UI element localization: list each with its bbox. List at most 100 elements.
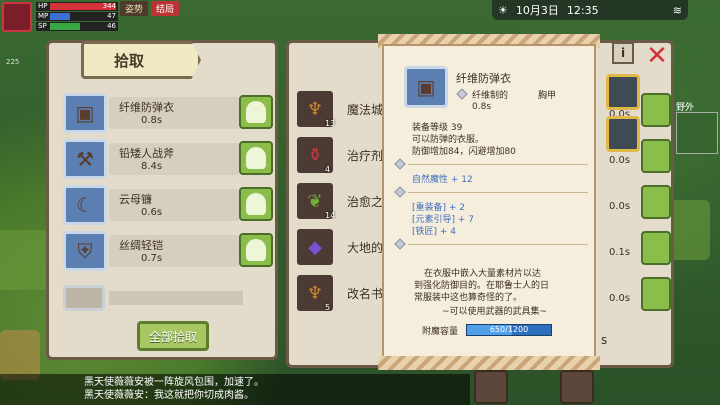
pickup-button[interactable] bbox=[239, 233, 273, 267]
use-button[interactable] bbox=[641, 93, 671, 127]
hand-icon bbox=[246, 147, 266, 169]
item-name: 改名书 bbox=[347, 287, 384, 301]
section-diamond-icon bbox=[394, 186, 406, 198]
list-item[interactable]: ☾ 云母镰 0.6s bbox=[63, 185, 275, 225]
pickup-panel: 拾取 ▣ 纤维防弹衣 0.8s ⚒ 铅矮人战斧 8.4s ☾ 云母镰 0.6s … bbox=[46, 40, 278, 360]
item-time: 8.4s bbox=[141, 161, 163, 172]
list-item[interactable]: ⛨ 丝绸轻铠 0.7s bbox=[63, 231, 275, 271]
section-diamond-icon bbox=[394, 158, 406, 170]
item-count: 14 bbox=[325, 211, 336, 220]
use-button[interactable] bbox=[641, 139, 671, 173]
armor-vest-icon: ▣ bbox=[63, 93, 107, 133]
tooltip-weight: 0.8s bbox=[472, 102, 492, 112]
minimap[interactable] bbox=[676, 112, 718, 154]
item-count: 5 bbox=[325, 303, 331, 312]
mp-value: 47 bbox=[107, 12, 116, 20]
info-button[interactable]: i bbox=[612, 42, 634, 64]
item-name: 魔法城 bbox=[347, 103, 384, 117]
close-button[interactable]: ✕ bbox=[644, 43, 670, 70]
axe-icon: ⚒ bbox=[63, 139, 107, 179]
pickup-title: 拾取 bbox=[81, 41, 201, 79]
tooltip-bottom-edge bbox=[378, 356, 600, 370]
tooltip-lore: ~可以使用武器的武具集~ bbox=[442, 307, 548, 317]
divider bbox=[408, 244, 588, 245]
equipment-slot[interactable] bbox=[606, 116, 640, 152]
level-badge: 225 bbox=[6, 58, 20, 66]
item-name: 治疗剂 bbox=[347, 149, 384, 163]
tooltip-slot: 胸甲 bbox=[538, 91, 557, 101]
item-count: 13 bbox=[325, 119, 336, 128]
mp-label: MP bbox=[38, 12, 49, 20]
material-diamond-icon bbox=[456, 88, 468, 100]
sickle-icon: ☾ bbox=[63, 185, 107, 225]
pickup-button[interactable] bbox=[239, 141, 273, 175]
item-name: 丝绸轻铠 bbox=[119, 239, 163, 252]
item-tooltip: ▣ 纤维防弹衣 纤维制的 胸甲 0.8s 装备等级 39 可以防弹的衣服。 防御… bbox=[382, 44, 596, 366]
item-time: 0.0s bbox=[609, 155, 631, 166]
wifi-icon: ≋ bbox=[672, 3, 682, 17]
hand-icon bbox=[246, 193, 266, 215]
list-item[interactable]: ▣ 纤维防弹衣 0.8s bbox=[63, 93, 275, 133]
hp-bar: HP 344 bbox=[36, 2, 118, 11]
empty-slot bbox=[63, 285, 105, 311]
item-name: 治愈之 bbox=[347, 195, 384, 209]
tooltip-lore: 常服装中这也算奇怪的了。 bbox=[414, 293, 523, 303]
divider bbox=[408, 164, 588, 165]
item-time: 0.8s bbox=[141, 115, 163, 126]
tab-ending[interactable]: 结局 bbox=[151, 1, 180, 16]
empty-name-bar bbox=[109, 291, 243, 305]
hand-icon bbox=[246, 239, 266, 261]
sp-fill bbox=[50, 23, 80, 30]
bag-button[interactable] bbox=[474, 370, 508, 404]
tooltip-material: 纤维制的 bbox=[472, 91, 509, 101]
mp-fill bbox=[50, 13, 70, 20]
item-name: 大地的 bbox=[347, 241, 384, 255]
sp-value: 46 bbox=[107, 22, 116, 30]
divider bbox=[408, 192, 588, 193]
partial-text: s bbox=[601, 333, 608, 347]
skill-button[interactable] bbox=[560, 370, 594, 404]
hp-value: 344 bbox=[102, 2, 116, 10]
date-text: 10月3日 bbox=[515, 4, 559, 17]
grass-tile bbox=[0, 230, 50, 290]
hand-icon bbox=[246, 101, 266, 123]
item-time: 0.0s bbox=[609, 293, 631, 304]
weather-sun-icon: ☀ bbox=[498, 3, 508, 17]
tooltip-skill-bonus: [铁匠] + 4 bbox=[412, 227, 457, 237]
pick-all-button[interactable]: 全部拾取 bbox=[137, 321, 209, 351]
tooltip-item-name: 纤维防弹衣 bbox=[456, 72, 511, 85]
date-time-bar: ☀ 10月3日 12:35 ≋ bbox=[492, 0, 688, 20]
chat-line: 黑天使薇薇安被一阵旋风包围，加速了。 bbox=[84, 377, 264, 388]
enchant-capacity-bar: 650/1200 bbox=[466, 324, 552, 336]
chat-log: 黑天使薇薇安被一阵旋风包围，加速了。 黑天使薇薇安：我这就把你切成肉酱。 bbox=[0, 374, 470, 405]
item-time: 0.0s bbox=[609, 201, 631, 212]
chat-line: 黑天使薇薇安：我这就把你切成肉酱。 bbox=[84, 390, 254, 401]
sp-label: SP bbox=[38, 22, 47, 30]
crystal-icon: ◆ bbox=[297, 229, 333, 265]
enchant-capacity-label: 附魔容量 bbox=[422, 327, 459, 337]
use-button[interactable] bbox=[641, 231, 671, 265]
tree-stump bbox=[0, 330, 40, 380]
item-name: 纤维防弹衣 bbox=[119, 101, 174, 114]
player-status-hud: HP 344 MP 47 SP 46 bbox=[0, 0, 130, 36]
tooltip-stats: 防御增加84，闪避增加80 bbox=[412, 147, 516, 157]
hp-label: HP bbox=[38, 2, 48, 10]
pickup-button[interactable] bbox=[239, 187, 273, 221]
use-button[interactable] bbox=[641, 277, 671, 311]
section-diamond-icon bbox=[394, 238, 406, 250]
pickup-button[interactable] bbox=[239, 95, 273, 129]
list-item[interactable]: ⚒ 铅矮人战斧 8.4s bbox=[63, 139, 275, 179]
item-name: 云母镰 bbox=[119, 193, 152, 206]
avatar[interactable] bbox=[2, 2, 32, 32]
item-time: 0.6s bbox=[141, 207, 163, 218]
item-name: 铅矮人战斧 bbox=[119, 147, 174, 160]
item-time: 0.7s bbox=[141, 253, 163, 264]
enchant-capacity-value: 650/1200 bbox=[489, 325, 529, 334]
tab-stance[interactable]: 姿势 bbox=[120, 1, 149, 16]
item-count: 4 bbox=[325, 165, 331, 174]
equipment-slot[interactable] bbox=[606, 74, 640, 110]
item-time: 0.1s bbox=[609, 247, 631, 258]
armor-vest-icon: ▣ bbox=[404, 66, 448, 108]
tooltip-attribute: 自然魔性 + 12 bbox=[412, 175, 473, 185]
use-button[interactable] bbox=[641, 185, 671, 219]
